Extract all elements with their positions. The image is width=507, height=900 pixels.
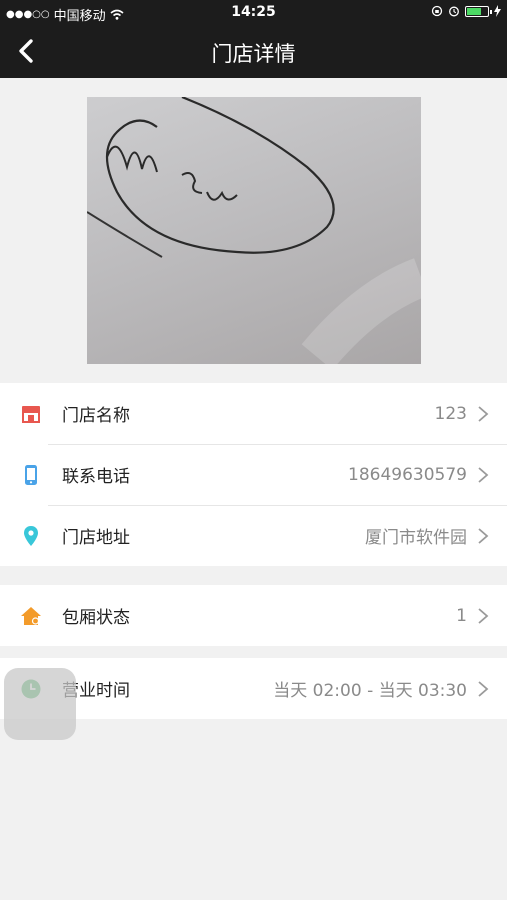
row-value: 123 [434, 403, 467, 424]
row-value: 当天 02:00 - 当天 03:30 [273, 681, 467, 701]
row-value: 1 [456, 605, 467, 626]
status-bar: ●●●○○ 中国移动 14:25 [0, 0, 507, 26]
business-hours-group: 营业时间 当天 02:00 - 当天 03:30 [0, 658, 507, 719]
page-title: 门店详情 [211, 42, 296, 66]
row-label: 包厢状态 [62, 608, 130, 628]
assistive-touch-button[interactable] [4, 668, 76, 740]
row-label: 联系电话 [62, 467, 130, 487]
row-contact-phone[interactable]: 联系电话 18649630579 [0, 444, 507, 505]
charging-bolt-icon [494, 5, 501, 17]
row-store-address[interactable]: 门店地址 厦门市软件园 [0, 505, 507, 566]
store-info-group: 门店名称 123 联系电话 18649630579 门店地址 厦门市软件园 [0, 383, 507, 566]
photo-content [86, 95, 429, 370]
chevron-right-icon [478, 608, 489, 624]
alarm-icon [449, 6, 459, 17]
row-value: 厦门市软件园 [365, 528, 467, 548]
room-status-icon [21, 607, 41, 625]
phone-icon [25, 465, 37, 485]
store-icon [22, 406, 40, 423]
store-photo-section [0, 78, 507, 382]
room-status-group: 包厢状态 1 [0, 585, 507, 646]
orientation-lock-icon [431, 5, 443, 17]
store-photo[interactable] [86, 95, 429, 370]
location-pin-icon [24, 526, 38, 546]
row-store-name[interactable]: 门店名称 123 [0, 383, 507, 444]
row-room-status[interactable]: 包厢状态 1 [0, 585, 507, 646]
chevron-right-icon [478, 528, 489, 544]
row-label: 门店名称 [62, 406, 130, 426]
row-business-hours[interactable]: 营业时间 当天 02:00 - 当天 03:30 [0, 658, 507, 719]
navigation-bar: 门店详情 [0, 26, 507, 78]
chevron-right-icon [478, 681, 489, 697]
row-label: 门店地址 [62, 528, 130, 548]
battery-icon [465, 5, 492, 17]
chevron-right-icon [478, 406, 489, 422]
row-value: 18649630579 [348, 464, 467, 485]
chevron-right-icon [478, 467, 489, 483]
